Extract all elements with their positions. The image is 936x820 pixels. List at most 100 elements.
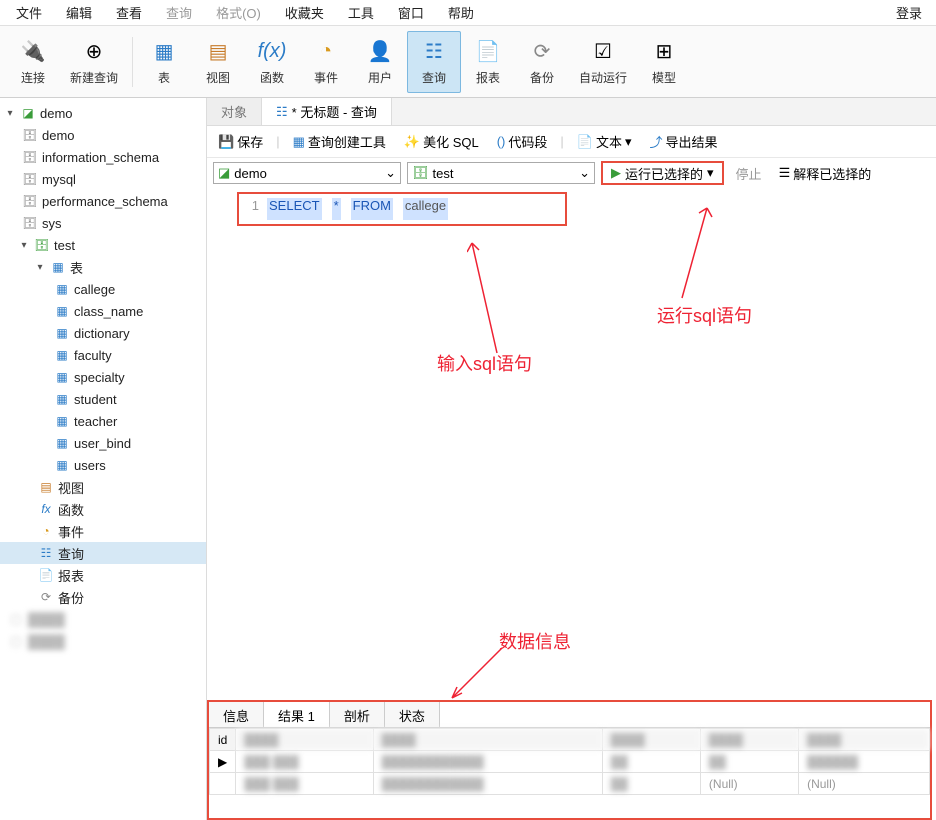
annotation-run-sql: 运行sql语句 <box>657 302 752 328</box>
null-cell: (Null) <box>700 773 798 795</box>
chevron-down-icon[interactable]: ▾ <box>34 262 46 273</box>
tree-db[interactable]: 🗄information_schema <box>0 146 206 168</box>
tree-table[interactable]: ▦teacher <box>0 410 206 432</box>
tree-functions[interactable]: fx函数 <box>0 498 206 520</box>
autorun-button[interactable]: ☑ 自动运行 <box>569 31 637 93</box>
query-builder-button[interactable]: ▦查询创建工具 <box>288 130 391 153</box>
tree-db-active[interactable]: ▾🗄test <box>0 234 206 256</box>
result-tab-profile[interactable]: 剖析 <box>330 702 385 727</box>
export-button[interactable]: ⤴导出结果 <box>645 130 723 153</box>
column-header[interactable]: ████ <box>799 729 930 751</box>
beautify-icon: ✨ <box>404 134 420 150</box>
table-row[interactable]: ▶ ███ █████████████████████████ <box>210 751 930 773</box>
result-tab-status[interactable]: 状态 <box>385 702 440 727</box>
tree-tables-node[interactable]: ▾▦表 <box>0 256 206 278</box>
snippet-button[interactable]: ()代码段 <box>492 130 553 153</box>
menu-favorites[interactable]: 收藏夹 <box>273 0 336 25</box>
backup-button[interactable]: ⟳ 备份 <box>515 31 569 93</box>
menu-format[interactable]: 格式(O) <box>204 0 273 25</box>
tree-table[interactable]: ▦class_name <box>0 300 206 322</box>
explain-button[interactable]: ☰解释已选择的 <box>774 162 877 185</box>
text-button[interactable]: 📄文本 ▾ <box>572 130 637 153</box>
tree-table[interactable]: ▦specialty <box>0 366 206 388</box>
tree-table[interactable]: ▦faculty <box>0 344 206 366</box>
menu-file[interactable]: 文件 <box>4 0 54 25</box>
sql-editor[interactable]: 1 SELECT * FROM callege <box>237 192 567 226</box>
tree-db[interactable]: 🗄sys <box>0 212 206 234</box>
menu-window[interactable]: 窗口 <box>386 0 436 25</box>
result-tab-info[interactable]: 信息 <box>209 702 264 727</box>
tree-tables-label: 表 <box>70 258 83 277</box>
query-button[interactable]: ☷ 查询 <box>407 31 461 93</box>
query-label: 查询 <box>422 69 446 86</box>
connection-select[interactable]: ◪ demo ⌄ <box>213 162 401 184</box>
menu-help[interactable]: 帮助 <box>436 0 486 25</box>
function-button[interactable]: f(x) 函数 <box>245 31 299 93</box>
sidebar-tree[interactable]: ▾ ◪ demo 🗄demo 🗄information_schema 🗄mysq… <box>0 98 206 820</box>
table-row[interactable]: ███ █████████████████ (Null) (Null) <box>210 773 930 795</box>
tree-queries[interactable]: ☷查询 <box>0 542 206 564</box>
tab-label: * 无标题 - 查询 <box>292 102 377 121</box>
model-button[interactable]: ⊞ 模型 <box>637 31 691 93</box>
run-selected-button[interactable]: ▶ 运行已选择的 ▾ <box>601 161 724 185</box>
autorun-label: 自动运行 <box>579 69 627 86</box>
export-icon: ⤴ <box>650 132 663 151</box>
chevron-down-icon[interactable]: ▾ <box>4 108 16 119</box>
tree-backup[interactable]: ⟳备份 <box>0 586 206 608</box>
tree-table[interactable]: ▦user_bind <box>0 432 206 454</box>
menu-tools[interactable]: 工具 <box>336 0 386 25</box>
column-header[interactable]: ████ <box>602 729 700 751</box>
result-tab-result1[interactable]: 结果 1 <box>264 702 330 727</box>
tree-db-label: mysql <box>42 172 76 187</box>
report-button[interactable]: 📄 报表 <box>461 31 515 93</box>
tree-table[interactable]: ▦users <box>0 454 206 476</box>
user-label: 用户 <box>368 69 392 86</box>
tree-table[interactable]: ▦callege <box>0 278 206 300</box>
menubar: 文件 编辑 查看 查询 格式(O) 收藏夹 工具 窗口 帮助 登录 <box>0 0 936 26</box>
beautify-button[interactable]: ✨美化 SQL <box>399 130 484 153</box>
menu-edit[interactable]: 编辑 <box>54 0 104 25</box>
save-button[interactable]: 💾保存 <box>213 130 268 153</box>
model-icon: ⊞ <box>650 37 678 65</box>
database-select[interactable]: 🗄 test ⌄ <box>407 162 595 184</box>
save-label: 保存 <box>237 132 263 151</box>
menu-view[interactable]: 查看 <box>104 0 154 25</box>
tab-objects[interactable]: 对象 <box>207 98 262 125</box>
connect-label: 连接 <box>21 69 45 86</box>
tree-db[interactable]: 🗄performance_schema <box>0 190 206 212</box>
tree-reports[interactable]: 📄报表 <box>0 564 206 586</box>
line-number: 1 <box>243 198 267 220</box>
tree-views[interactable]: ▤视图 <box>0 476 206 498</box>
tab-untitled-query[interactable]: ☷ * 无标题 - 查询 <box>262 98 392 125</box>
column-header[interactable]: ████ <box>373 729 602 751</box>
tree-db-label: demo <box>42 128 75 143</box>
chevron-down-icon[interactable]: ▾ <box>18 240 30 251</box>
tree-table[interactable]: ▦dictionary <box>0 322 206 344</box>
menu-query[interactable]: 查询 <box>154 0 204 25</box>
tree-functions-label: 函数 <box>58 500 84 519</box>
event-button[interactable]: ◔ 事件 <box>299 31 353 93</box>
stop-button: 停止 <box>730 164 768 183</box>
view-button[interactable]: ▤ 视图 <box>191 31 245 93</box>
view-label: 视图 <box>206 69 230 86</box>
menu-login[interactable]: 登录 <box>884 0 932 25</box>
column-header[interactable]: ████ <box>700 729 798 751</box>
tree-connection[interactable]: ▾ ◪ demo <box>0 102 206 124</box>
explain-label: 解释已选择的 <box>793 164 871 183</box>
tree-db[interactable]: 🗄mysql <box>0 168 206 190</box>
table-button[interactable]: ▦ 表 <box>137 31 191 93</box>
annotation-data-info: 数据信息 <box>499 628 571 654</box>
table-header-row: id ████ ████ ████ ████ ████ <box>210 729 930 751</box>
beautify-label: 美化 SQL <box>423 132 479 151</box>
connect-button[interactable]: 🔌 连接 <box>6 31 60 93</box>
new-query-button[interactable]: ⊕ 新建查询 <box>60 31 128 93</box>
sql-text: SELECT * FROM callege <box>267 198 448 220</box>
column-header[interactable]: ████ <box>236 729 373 751</box>
column-header[interactable]: id <box>210 729 236 751</box>
tree-table[interactable]: ▦student <box>0 388 206 410</box>
user-button[interactable]: 👤 用户 <box>353 31 407 93</box>
result-grid[interactable]: id ████ ████ ████ ████ ████ ▶ ███ ██████… <box>209 728 930 795</box>
tree-events[interactable]: ◔事件 <box>0 520 206 542</box>
report-icon: 📄 <box>38 567 54 583</box>
tree-db[interactable]: 🗄demo <box>0 124 206 146</box>
